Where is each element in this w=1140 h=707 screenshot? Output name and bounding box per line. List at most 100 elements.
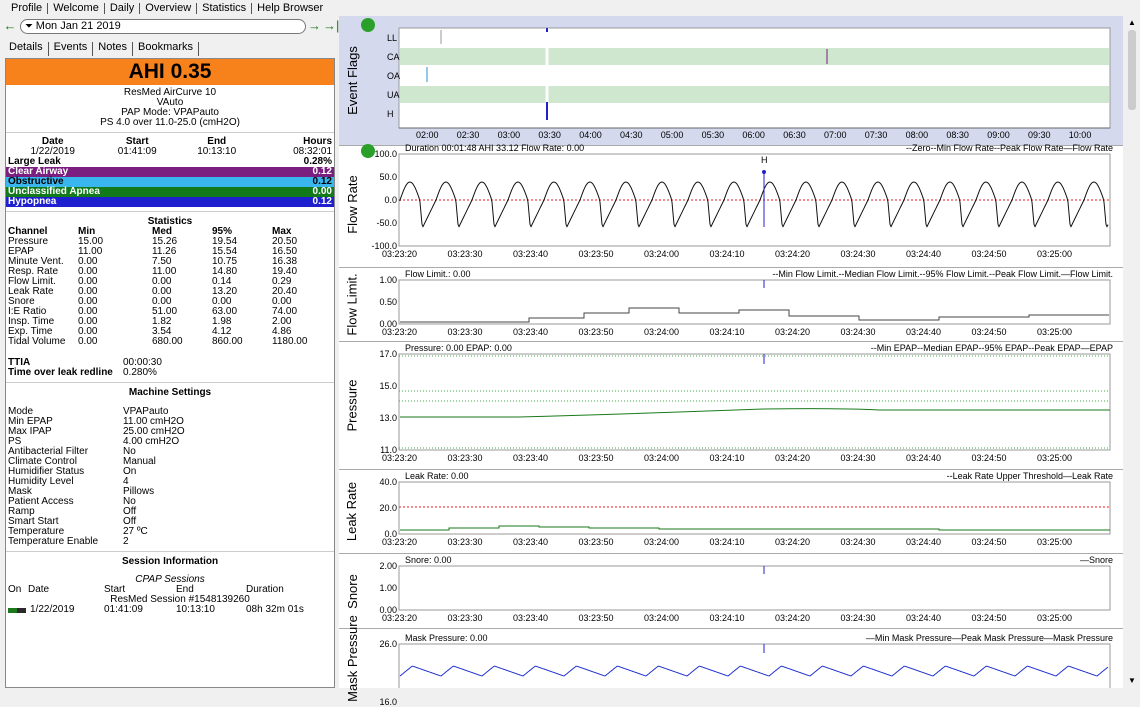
flow-limit-graph[interactable]: Flow Limit. Flow Limit.: 0.00 --Min Flow… — [339, 268, 1123, 342]
time-tick-label: 03:24:00 — [644, 249, 680, 259]
flag-row-label: LL — [387, 33, 398, 43]
tab-bookmarks[interactable]: Bookmarks — [133, 42, 200, 56]
time-tick-label: 03:24:30 — [840, 327, 876, 337]
time-tick-label: 03:24:20 — [775, 453, 811, 463]
event-flags-graph[interactable]: Event Flags LL CA OA UA H 02:00 02:30 03:00 03:… — [339, 16, 1123, 146]
flag-time-tick: 03:00 — [497, 130, 521, 140]
time-tick-label: 03:24:10 — [709, 453, 745, 463]
flow-rate-graph[interactable]: Flow Rate Duration 00:01:48 AHI 33.12 Fl… — [339, 141, 1123, 268]
leak-rate-graph[interactable]: Leak Rate Leak Rate: 0.00 --Leak Rate Up… — [339, 470, 1123, 554]
pressure-plot — [398, 353, 1111, 451]
stats-cell: 1180.00 — [272, 336, 308, 347]
setting-name: Temperature Enable — [8, 536, 99, 547]
time-tick-label: 03:24:00 — [644, 327, 680, 337]
time-tick-label: 03:24:10 — [709, 249, 745, 259]
flag-time-tick: 09:00 — [987, 130, 1010, 140]
pressure-graph[interactable]: Pressure Pressure: 0.00 EPAP: 0.00 --Min… — [339, 342, 1123, 470]
cpap-sessions-label: CPAP Sessions — [135, 574, 205, 585]
time-tick-label: 03:23:50 — [578, 327, 614, 337]
scroll-down-icon[interactable]: ▼ — [1128, 676, 1136, 685]
tab-overview[interactable]: Overview — [140, 2, 198, 14]
event-label: Hypopnea — [8, 196, 57, 207]
next-day-icon[interactable]: → — [308, 18, 321, 33]
tab-profile[interactable]: Profile — [6, 2, 49, 14]
flag-time-tick: 07:00 — [824, 130, 847, 140]
time-tick-label: 03:25:00 — [1037, 453, 1073, 463]
y-tick-label: 17.0 — [379, 349, 397, 359]
tab-welcome[interactable]: Welcome — [48, 2, 105, 14]
mask-pressure-plot — [398, 643, 1111, 688]
time-tick-label: 03:24:10 — [709, 327, 745, 337]
setting-row: Patient Access No — [6, 497, 334, 507]
divider — [6, 211, 334, 212]
graphs-panel: Event Flags LL CA OA UA H 02:00 02:30 03:00 03:… — [339, 16, 1123, 707]
time-tick-label: 03:24:00 — [644, 537, 680, 547]
last-day-icon[interactable]: →| — [323, 18, 339, 33]
flag-time-tick: 10:00 — [1068, 130, 1092, 140]
tab-notes[interactable]: Notes — [93, 42, 134, 56]
y-tick-label: 26.0 — [379, 639, 397, 649]
time-tick-label: 03:23:40 — [513, 249, 549, 259]
time-tick-label: 03:24:00 — [644, 453, 680, 463]
y-tick-label: 1.00 — [379, 275, 397, 285]
tab-details[interactable]: Details — [4, 42, 49, 56]
time-tick-label: 03:24:50 — [971, 453, 1007, 463]
ahi-banner: AHI 0.35 — [6, 59, 334, 85]
setting-value: 2 — [123, 536, 129, 547]
y-tick-label: 20.0 — [379, 503, 397, 513]
time-tick-label: 03:23:50 — [578, 453, 614, 463]
tab-help-browser[interactable]: Help Browser — [252, 2, 328, 14]
time-tick-label: 03:24:30 — [840, 249, 876, 259]
date-bar: ← ⏷ Mon Jan 21 2019 → →| — [0, 16, 340, 36]
tab-daily[interactable]: Daily — [105, 2, 141, 14]
flag-time-tick: 05:00 — [660, 130, 684, 140]
dropdown-icon[interactable]: ⏷ — [25, 21, 36, 32]
time-tick-label: 03:24:20 — [775, 327, 811, 337]
setting-row: Humidity Level 4 — [6, 477, 334, 487]
stats-cell: 860.00 — [212, 336, 243, 347]
details-panel: AHI 0.35 ResMed AirCurve 10 VAuto PAP Mo… — [5, 58, 335, 688]
scroll-up-icon[interactable]: ▲ — [1128, 18, 1136, 27]
time-tick-label: 03:24:20 — [775, 613, 811, 623]
snore-graph[interactable]: Snore Snore: 0.00 —Snore 2.00 1.00 0.00 03… — [339, 554, 1123, 629]
session-row[interactable]: 1/22/2019 01:41:09 10:13:10 08h 32m 01s — [6, 605, 334, 615]
y-tick-label: 16.0 — [379, 697, 397, 707]
time-tick-label: 03:24:40 — [906, 613, 942, 623]
tab-events[interactable]: Events — [49, 42, 94, 56]
date-picker[interactable]: ⏷ Mon Jan 21 2019 — [20, 19, 306, 34]
time-tick-label: 03:24:50 — [971, 537, 1007, 547]
vertical-scrollbar[interactable]: ▲ ▼ — [1124, 16, 1140, 688]
time-tick-label: 03:24:30 — [840, 453, 876, 463]
time-tick-label: 03:23:50 — [578, 613, 614, 623]
flag-time-tick: 06:30 — [783, 130, 806, 140]
date-value: Mon Jan 21 2019 — [35, 20, 121, 32]
stats-row: Tidal Volume 0.00 680.00 860.00 1180.00 — [6, 337, 334, 347]
time-tick-label: 03:24:50 — [971, 249, 1007, 259]
machine-settings-title: Machine Settings — [128, 387, 212, 398]
time-tick-label: 03:25:00 — [1037, 613, 1073, 623]
session-enabled-icon[interactable] — [8, 605, 30, 615]
flag-row-label: UA — [387, 90, 400, 100]
time-tick-label: 03:23:20 — [382, 613, 418, 623]
flag-time-tick: 07:30 — [864, 130, 888, 140]
time-tick-label: 03:23:30 — [447, 249, 483, 259]
setting-row: Temperature Enable 2 — [6, 537, 334, 547]
scroll-thumb[interactable] — [1128, 30, 1136, 110]
time-tick-label: 03:23:40 — [513, 453, 549, 463]
flag-time-tick: 02:00 — [416, 130, 439, 140]
time-tick-label: 03:23:30 — [447, 537, 483, 547]
prev-day-icon[interactable]: ← — [3, 18, 17, 33]
mask-pressure-graph[interactable]: Mask Pressure Mask Pressure: 0.00 —Min M… — [339, 615, 1123, 707]
time-tick-label: 03:24:10 — [709, 613, 745, 623]
flag-time-tick: 04:30 — [620, 130, 643, 140]
time-tick-label: 03:23:20 — [382, 327, 418, 337]
time-tick-label: 03:23:40 — [513, 327, 549, 337]
flag-time-tick: 03:30 — [538, 130, 561, 140]
y-tick-label: 2.00 — [379, 561, 397, 571]
time-tick-label: 03:25:00 — [1037, 327, 1073, 337]
flag-time-tick: 05:30 — [701, 130, 725, 140]
time-tick-label: 03:23:20 — [382, 453, 418, 463]
tab-statistics[interactable]: Statistics — [197, 2, 253, 14]
stats-table: Channel Min Med 95% Max Pressure 15.00 15.26 19.… — [6, 227, 334, 347]
divider — [6, 382, 334, 383]
